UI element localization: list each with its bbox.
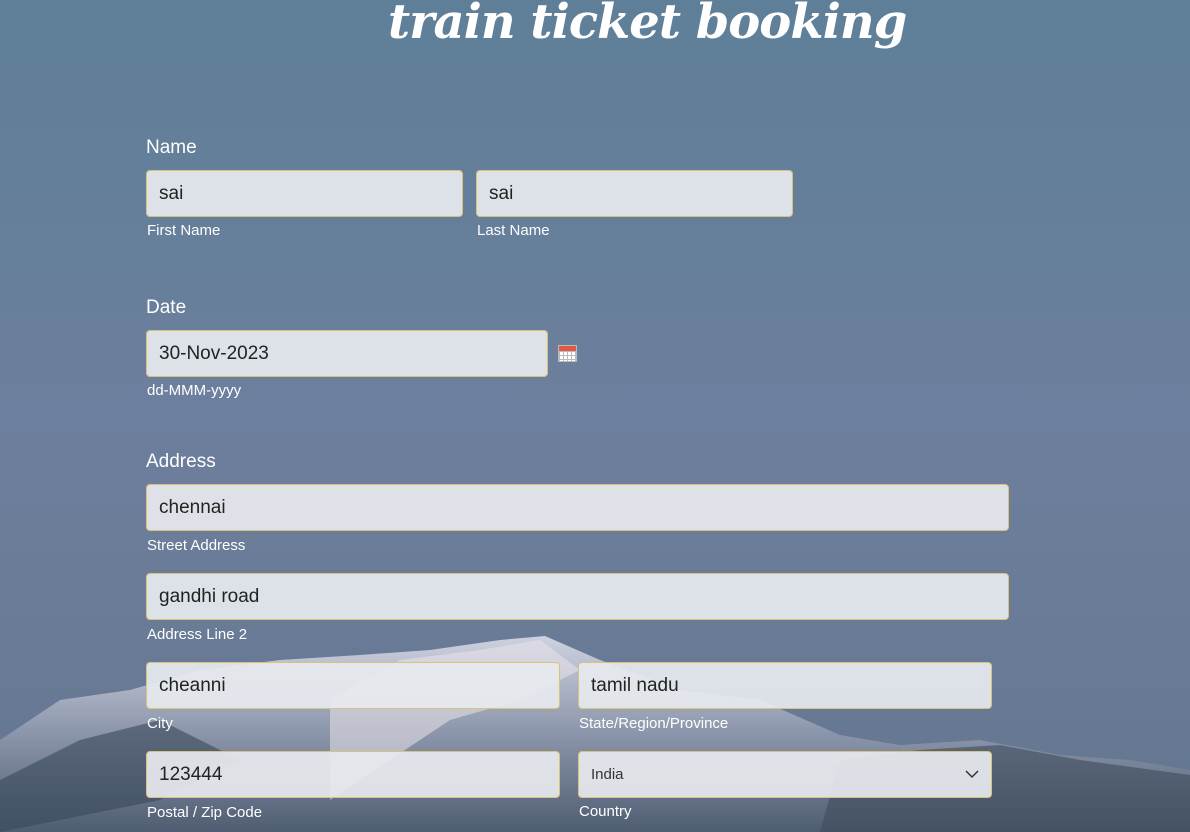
chevron-down-icon: [965, 770, 979, 779]
first-name-caption: First Name: [147, 222, 221, 239]
city-input[interactable]: [146, 662, 560, 709]
address-line2-caption: Address Line 2: [147, 626, 248, 643]
street-address-caption: Street Address: [147, 537, 246, 554]
address-line2-input[interactable]: [146, 573, 1009, 620]
city-caption: City: [147, 715, 173, 732]
country-caption: Country: [579, 803, 632, 820]
state-input[interactable]: [578, 662, 992, 709]
date-section-label: Date: [146, 297, 187, 318]
date-format-caption: dd-MMM-yyyy: [147, 382, 242, 399]
page-title: train ticket booking: [388, 0, 907, 50]
state-caption: State/Region/Province: [579, 715, 729, 732]
name-section-label: Name: [146, 137, 197, 158]
country-selected-value: India: [591, 766, 624, 783]
country-select[interactable]: India: [578, 751, 992, 798]
address-section-label: Address: [146, 451, 216, 472]
postal-code-caption: Postal / Zip Code: [147, 804, 263, 821]
first-name-input[interactable]: [146, 170, 463, 217]
last-name-input[interactable]: [476, 170, 793, 217]
last-name-caption: Last Name: [477, 222, 550, 239]
postal-code-input[interactable]: [146, 751, 560, 798]
calendar-icon[interactable]: [558, 345, 577, 362]
date-input[interactable]: [146, 330, 548, 377]
street-address-input[interactable]: [146, 484, 1009, 531]
booking-form: train ticket booking Name First Name Las…: [0, 0, 1190, 832]
